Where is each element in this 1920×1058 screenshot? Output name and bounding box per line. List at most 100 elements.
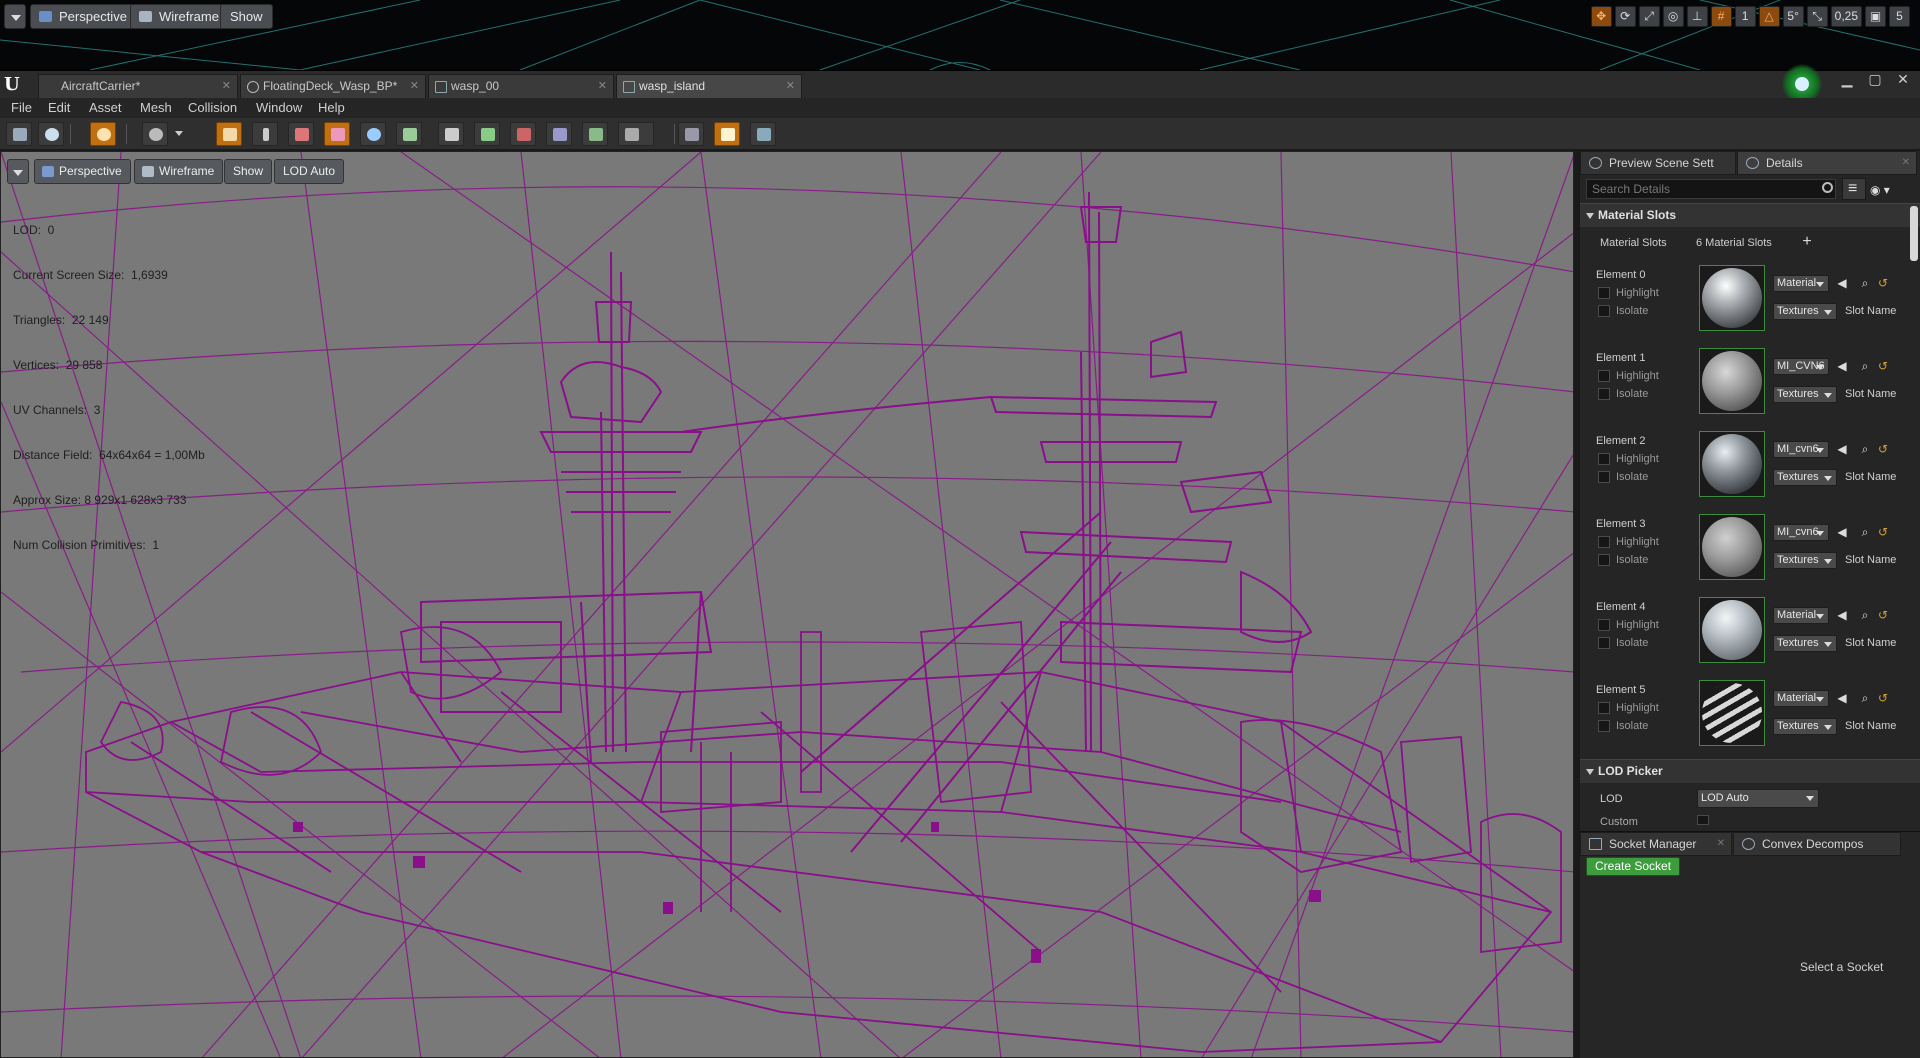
rotation-snap-icon[interactable]: △	[1758, 6, 1780, 27]
normals-button[interactable]	[438, 122, 464, 146]
binormals-button[interactable]	[510, 122, 536, 146]
browse-search-icon[interactable]: ⌕	[1858, 608, 1872, 622]
isolate-checkbox[interactable]	[1598, 471, 1610, 483]
tab-preview-scene-settings[interactable]: Preview Scene Sett	[1580, 151, 1736, 175]
reset-icon[interactable]: ↺	[1876, 359, 1890, 373]
close-icon[interactable]: ✕	[786, 75, 795, 98]
highlight-checkbox[interactable]	[1598, 453, 1610, 465]
save-button[interactable]	[6, 122, 32, 146]
textures-dropdown[interactable]: Textures	[1773, 635, 1837, 652]
top-show-button[interactable]: Show	[220, 4, 273, 29]
reimport-button[interactable]	[90, 122, 116, 146]
reset-icon[interactable]: ↺	[1876, 276, 1890, 290]
material-dropdown[interactable]: Material	[1773, 690, 1829, 707]
menu-mesh[interactable]: Mesh	[140, 98, 172, 118]
vertices-button[interactable]	[546, 122, 572, 146]
translate-icon[interactable]: ✥	[1590, 6, 1612, 27]
textures-dropdown[interactable]: Textures	[1773, 386, 1837, 403]
add-slot-icon[interactable]: +	[1800, 234, 1814, 250]
isolate-checkbox[interactable]	[1598, 554, 1610, 566]
material-thumbnail[interactable]	[1699, 348, 1765, 414]
grid-button[interactable]	[324, 122, 350, 146]
highlight-checkbox[interactable]	[1598, 619, 1610, 631]
textures-dropdown[interactable]: Textures	[1773, 469, 1837, 486]
visibility-eye-icon[interactable]: ◉ ▾	[1870, 181, 1902, 199]
material-dropdown[interactable]: MI_cvn6	[1773, 524, 1829, 541]
menu-file[interactable]: File	[11, 98, 32, 118]
perspective-button[interactable]: Perspective	[34, 159, 131, 184]
camera-dropdown[interactable]	[172, 122, 188, 146]
highlight-checkbox[interactable]	[1598, 370, 1610, 382]
viewport-options-button[interactable]	[4, 4, 26, 29]
close-icon[interactable]: ✕	[1717, 833, 1725, 855]
textures-dropdown[interactable]: Textures	[1773, 303, 1837, 320]
lod-settings-button[interactable]	[714, 122, 740, 146]
menu-help[interactable]: Help	[318, 98, 345, 118]
textures-dropdown[interactable]: Textures	[1773, 552, 1837, 569]
isolate-checkbox[interactable]	[1598, 637, 1610, 649]
tab-details[interactable]: Details ✕	[1737, 151, 1917, 175]
bounds-button[interactable]	[360, 122, 386, 146]
browse-button[interactable]	[38, 122, 64, 146]
search-details-input[interactable]: Search Details	[1586, 179, 1836, 199]
use-selected-arrow-icon[interactable]: ◀	[1835, 525, 1849, 539]
camera-button[interactable]	[142, 122, 168, 146]
material-dropdown[interactable]: Material	[1773, 275, 1829, 292]
tangents-button[interactable]	[474, 122, 500, 146]
scale-icon[interactable]: ⤢	[1638, 6, 1660, 27]
lod-dropdown[interactable]: LOD Auto	[1697, 789, 1819, 808]
uv-button[interactable]	[288, 122, 314, 146]
additional-data-button[interactable]	[582, 122, 608, 146]
menu-collision[interactable]: Collision	[188, 98, 237, 118]
sockets-button[interactable]	[252, 122, 278, 146]
material-thumbnail[interactable]	[1699, 265, 1765, 331]
grid-snap-icon[interactable]: #	[1710, 6, 1732, 27]
list-view-button[interactable]	[1842, 178, 1866, 200]
tab-wasp-00[interactable]: wasp_00 ✕	[428, 74, 614, 99]
camera-speed-icon[interactable]: ▣	[1865, 6, 1886, 27]
close-window-icon[interactable]: ✕	[1894, 71, 1912, 88]
highlight-checkbox[interactable]	[1598, 536, 1610, 548]
reset-icon[interactable]: ↺	[1876, 691, 1890, 705]
highlight-checkbox[interactable]	[1598, 287, 1610, 299]
maximize-icon[interactable]: ▢	[1866, 71, 1884, 88]
material-thumbnail[interactable]	[1699, 514, 1765, 580]
find-in-cb-button[interactable]	[678, 122, 704, 146]
create-socket-button[interactable]: Create Socket	[1586, 857, 1681, 876]
use-selected-arrow-icon[interactable]: ◀	[1835, 691, 1849, 705]
close-icon[interactable]: ✕	[410, 75, 419, 98]
layers-button[interactable]	[750, 122, 776, 146]
isolate-checkbox[interactable]	[1598, 388, 1610, 400]
world-local-icon[interactable]: ◎	[1662, 6, 1684, 27]
scale-snap-value[interactable]: 0,25	[1830, 6, 1862, 27]
material-dropdown[interactable]: Material	[1773, 607, 1829, 624]
wireframe-button[interactable]: Wireframe	[134, 159, 224, 184]
use-selected-arrow-icon[interactable]: ◀	[1835, 608, 1849, 622]
reset-icon[interactable]: ↺	[1876, 442, 1890, 456]
material-thumbnail[interactable]	[1699, 431, 1765, 497]
browse-search-icon[interactable]: ⌕	[1858, 442, 1872, 456]
lod-auto-button[interactable]: LOD Auto	[274, 159, 345, 184]
mesh-viewport[interactable]: Perspective Wireframe Show LOD Auto LOD:…	[0, 151, 1574, 1058]
use-selected-arrow-icon[interactable]: ◀	[1835, 442, 1849, 456]
show-button[interactable]: Show	[224, 159, 273, 184]
textures-dropdown[interactable]: Textures	[1773, 718, 1837, 735]
tab-socket-manager[interactable]: Socket Manager ✕	[1580, 832, 1732, 856]
minimize-icon[interactable]: ▁	[1838, 71, 1856, 88]
close-icon[interactable]: ✕	[598, 75, 607, 98]
viewport-options-button[interactable]	[7, 159, 29, 184]
pivot-button[interactable]	[396, 122, 422, 146]
view-options-button[interactable]	[618, 122, 654, 146]
browse-search-icon[interactable]: ⌕	[1858, 525, 1872, 539]
rotate-icon[interactable]: ⟳	[1614, 6, 1636, 27]
browse-search-icon[interactable]: ⌕	[1858, 276, 1872, 290]
collision-button[interactable]	[216, 122, 242, 146]
material-dropdown[interactable]: MI_cvn6	[1773, 441, 1829, 458]
grid-size-value[interactable]: 1	[1734, 6, 1756, 27]
browse-search-icon[interactable]: ⌕	[1858, 691, 1872, 705]
tab-floatingdeck[interactable]: FloatingDeck_Wasp_BP* ✕	[240, 74, 426, 99]
menu-edit[interactable]: Edit	[48, 98, 70, 118]
use-selected-arrow-icon[interactable]: ◀	[1835, 359, 1849, 373]
isolate-checkbox[interactable]	[1598, 720, 1610, 732]
top-wireframe-button[interactable]: Wireframe	[130, 4, 229, 29]
